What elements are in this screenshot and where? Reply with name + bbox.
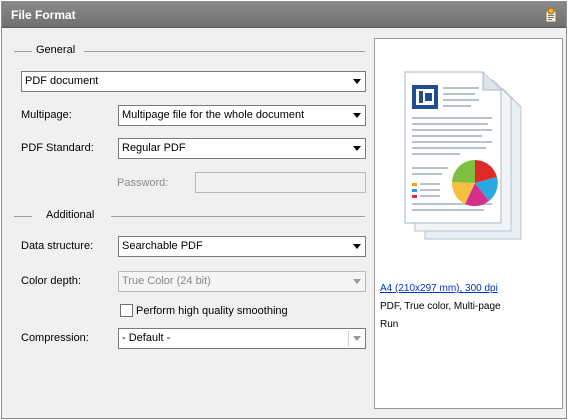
format-extra: Run [380,319,399,330]
pdf-standard-select[interactable]: Regular PDF [118,138,366,159]
compression-label: Compression: [21,332,89,344]
file-format-panel: File Format General PDF document Multipa… [1,1,567,419]
password-field[interactable] [195,172,366,193]
format-summary: PDF, True color, Multi-page [380,301,501,312]
compression-select[interactable]: - Default - [118,328,366,349]
format-select-value: PDF document [25,75,99,87]
general-section-label: General [34,44,78,56]
chevron-down-icon [353,113,361,118]
settings-wizard-icon[interactable] [543,7,559,23]
chevron-down-icon [353,146,361,151]
window-title: File Format [11,8,76,22]
format-preview-panel: A4 (210x297 mm), 300 dpi PDF, True color… [374,38,563,409]
password-label: Password: [117,177,169,189]
color-depth-select[interactable]: True Color (24 bit) [118,271,366,292]
format-select[interactable]: PDF document [21,71,366,92]
titlebar: File Format [2,2,566,28]
chevron-down-icon [353,336,361,341]
chevron-down-icon [353,79,361,84]
data-structure-select[interactable]: Searchable PDF [118,236,366,257]
multipage-select[interactable]: Multipage file for the whole document [118,105,366,126]
smoothing-label[interactable]: Perform high quality smoothing [136,305,288,317]
data-structure-label: Data structure: [21,240,94,252]
chevron-down-icon [353,279,361,284]
smoothing-checkbox[interactable] [120,304,133,317]
general-section-header: General [14,44,365,58]
page-size-link[interactable]: A4 (210x297 mm), 300 dpi [380,283,498,294]
pdf-document-icon [403,71,528,244]
color-depth-label: Color depth: [21,275,81,287]
color-depth-select-value: True Color (24 bit) [122,275,211,287]
compression-select-value: - Default - [122,332,171,344]
additional-section-header: Additional [14,209,365,223]
chevron-down-icon [353,244,361,249]
pdf-standard-label: PDF Standard: [21,142,94,154]
multipage-label: Multipage: [21,109,72,121]
data-structure-select-value: Searchable PDF [122,240,203,252]
multipage-select-value: Multipage file for the whole document [122,109,305,121]
additional-section-label: Additional [44,209,97,221]
pdf-standard-select-value: Regular PDF [122,142,186,154]
